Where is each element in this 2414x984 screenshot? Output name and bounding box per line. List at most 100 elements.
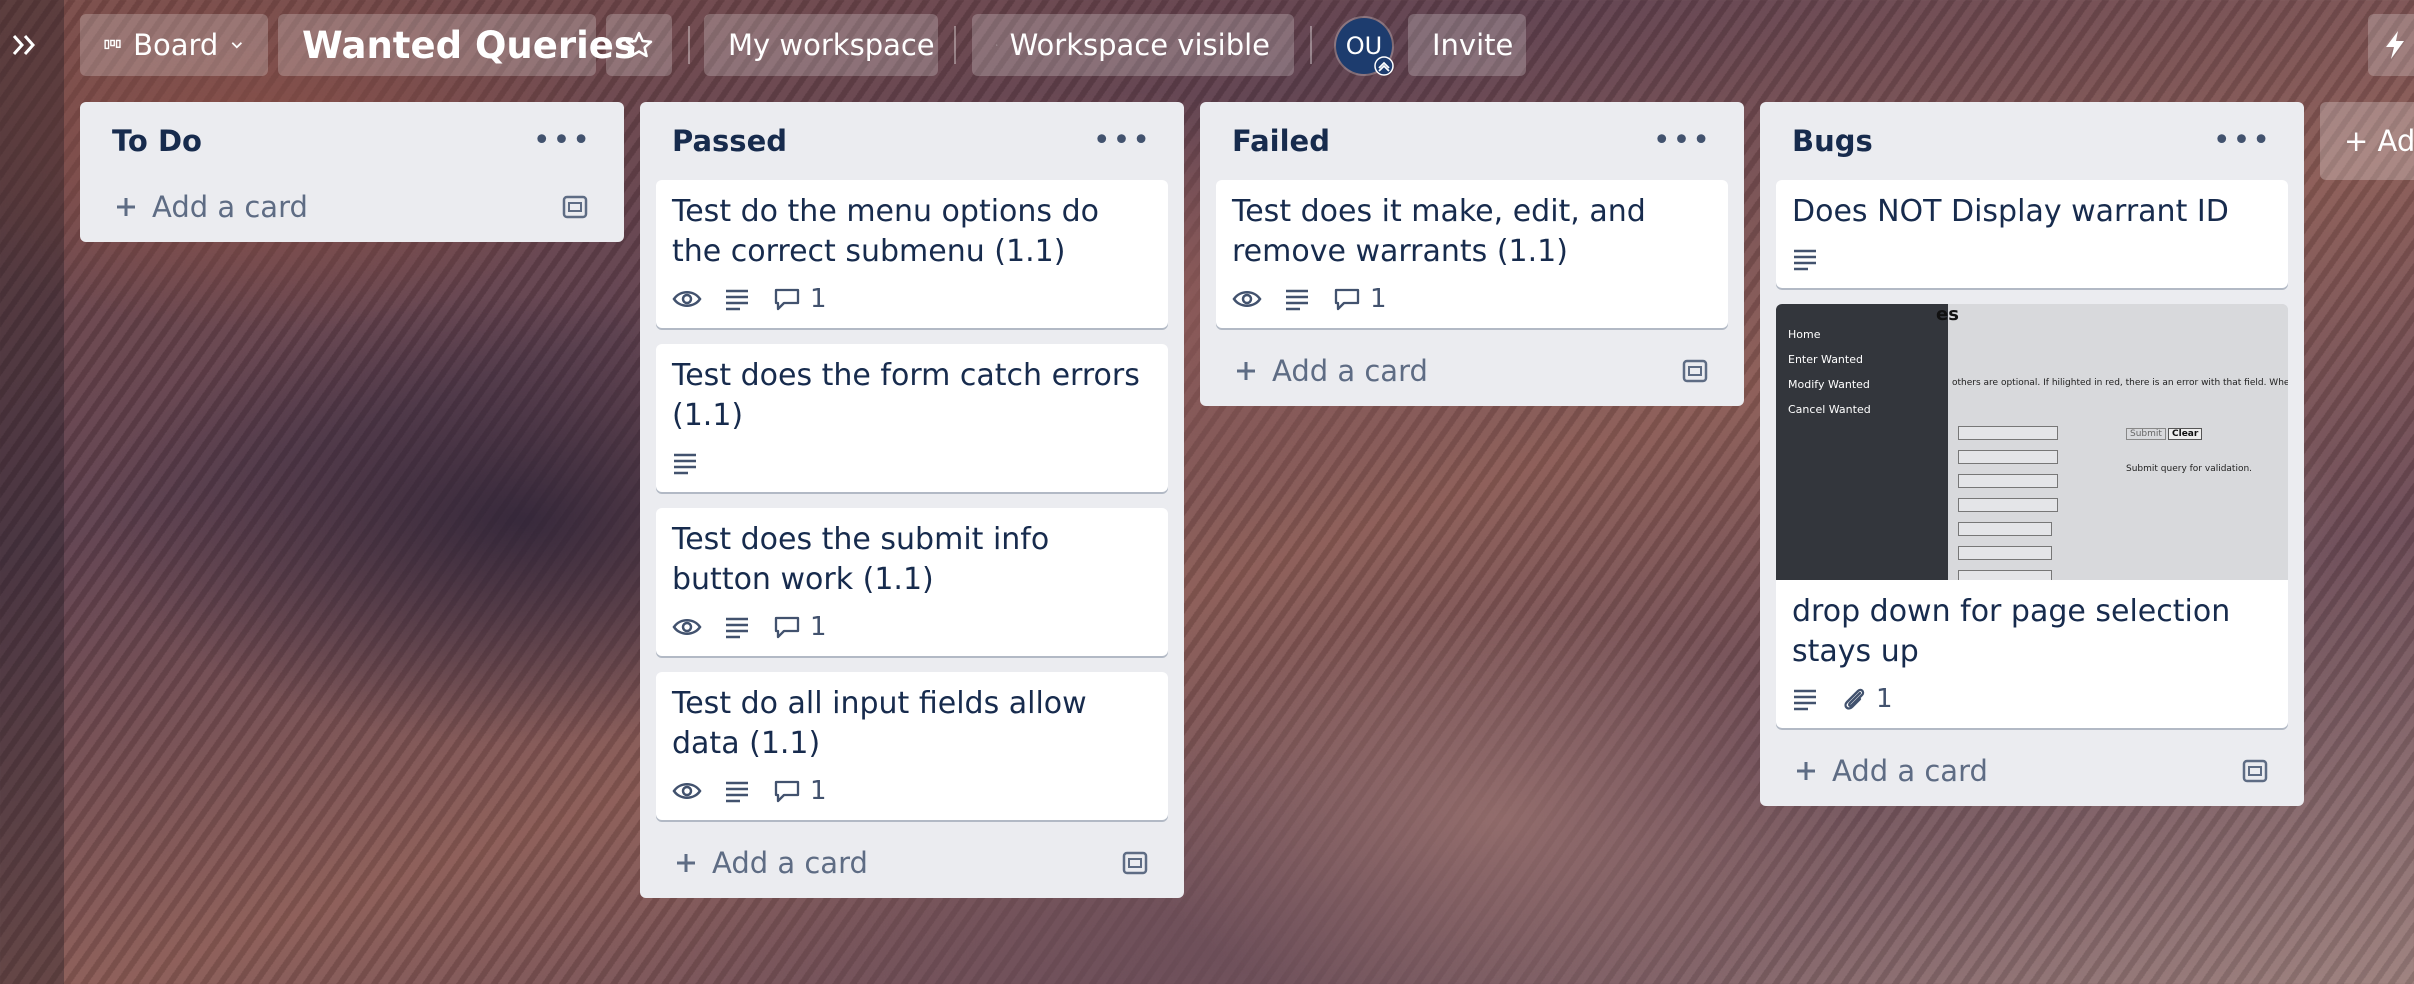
workspace-label: My workspace [728, 28, 935, 62]
star-board-button[interactable] [606, 14, 672, 76]
comment-icon [774, 288, 800, 311]
visibility-label: Workspace visible [1009, 28, 1270, 62]
description-icon [1794, 249, 1816, 271]
card[interactable]: Test does the form catch errors (1.1) [656, 344, 1168, 492]
paperclip-icon [1844, 688, 1865, 710]
list-to-do: To Do ••• Add a card [80, 102, 624, 242]
avatar[interactable]: OU [1336, 18, 1394, 76]
add-card-label: Add a card [1272, 354, 1428, 388]
cover-menu-item: Home [1788, 328, 1821, 341]
card[interactable]: Does NOT Display warrant ID [1776, 180, 2288, 288]
list-title[interactable]: Failed [1232, 124, 1330, 158]
board-view-switcher[interactable]: Board [80, 14, 268, 76]
comment-count: 1 [810, 776, 827, 806]
list-header: Passed ••• [656, 102, 1168, 180]
card[interactable]: Test does the submit info button work (1… [656, 508, 1168, 656]
star-icon [625, 31, 653, 58]
add-card-button[interactable]: Add a card [114, 190, 308, 224]
card[interactable]: Test do the menu options do the correct … [656, 180, 1168, 328]
add-card-row: Add a card [1216, 336, 1728, 406]
description-icon [1794, 689, 1816, 711]
cover-field [1958, 474, 2058, 488]
cover-menu-item: Enter Wanted [1788, 353, 1863, 366]
list-title[interactable]: Bugs [1792, 124, 1873, 158]
invite-button[interactable]: Invite [1408, 14, 1526, 76]
template-icon[interactable] [1120, 849, 1150, 877]
card-title: Test does the form catch errors (1.1) [672, 358, 1140, 433]
cover-hint: Submit query for validation. [2126, 464, 2253, 474]
add-card-button[interactable]: Add a card [1234, 354, 1428, 388]
cover-notice: others are optional. If hilighted in red… [1952, 378, 2288, 388]
plus-icon [117, 198, 135, 216]
template-icon[interactable] [1680, 357, 1710, 385]
plus-icon [1237, 362, 1255, 380]
comment-badge: 1 [772, 284, 827, 314]
add-card-row: Add a card [656, 828, 1168, 898]
add-card-button[interactable]: Add a card [674, 846, 868, 880]
board-view-label: Board [133, 28, 219, 62]
card-with-cover[interactable]: Home Enter Wanted Modify Wanted Cancel W… [1776, 304, 2288, 728]
add-card-row: Add a card [96, 172, 608, 242]
cover-form: es others are optional. If hilighted in … [1936, 304, 2288, 580]
list-failed: Failed ••• Test does it make, edit, and … [1200, 102, 1744, 406]
visibility-button[interactable]: Workspace visible [972, 14, 1294, 76]
card-badges [672, 446, 1152, 480]
lightning-icon [2386, 31, 2404, 59]
description-icon [726, 781, 748, 803]
description-icon [674, 453, 696, 475]
more-icon[interactable]: ••• [2213, 126, 2272, 156]
description-icon [726, 617, 748, 639]
eye-icon [672, 619, 702, 635]
add-card-label: Add a card [1832, 754, 1988, 788]
header-divider [1310, 26, 1312, 64]
plus-icon [1797, 762, 1815, 780]
add-card-row: Add a card [1776, 736, 2288, 806]
cover-submit: Submit [2126, 428, 2166, 440]
comment-count: 1 [1370, 284, 1387, 314]
card-badges: 1 [1232, 282, 1712, 316]
template-icon[interactable] [2240, 757, 2270, 785]
add-list-button[interactable]: + Ad [2320, 102, 2414, 180]
card[interactable]: Test do all input fields allow data (1.1… [656, 672, 1168, 820]
power-ups-button[interactable] [2368, 14, 2414, 76]
list-passed: Passed ••• Test do the menu options do t… [640, 102, 1184, 898]
header-divider [688, 26, 690, 64]
template-icon[interactable] [560, 193, 590, 221]
card-badges: 1 [672, 610, 1152, 644]
eye-icon [672, 783, 702, 799]
more-icon[interactable]: ••• [1653, 126, 1712, 156]
cover-heading: es [1936, 304, 1959, 325]
cover-field [1958, 450, 2058, 464]
comment-icon [1334, 288, 1360, 311]
cover-menu-item: Modify Wanted [1788, 378, 1870, 391]
list-title[interactable]: Passed [672, 124, 787, 158]
more-icon[interactable]: ••• [533, 126, 592, 156]
workspace-button[interactable]: My workspace [704, 14, 938, 76]
double-chevron-right-icon [12, 35, 36, 55]
board-icon [104, 39, 121, 50]
attachment-count: 1 [1876, 684, 1893, 714]
comment-badge: 1 [772, 776, 827, 806]
cover-clear: Clear [2168, 428, 2203, 440]
cover-field [1958, 546, 2052, 560]
cover-field [1958, 498, 2058, 512]
board-title[interactable]: Wanted Queries [278, 14, 636, 76]
add-card-label: Add a card [712, 846, 868, 880]
card-badges: 1 [672, 774, 1152, 808]
card-title: Does NOT Display warrant ID [1792, 194, 2229, 229]
chevron-down-icon [232, 42, 243, 49]
card-title: drop down for page selection stays up [1792, 594, 2231, 669]
more-icon[interactable]: ••• [1093, 126, 1152, 156]
card[interactable]: Test does it make, edit, and remove warr… [1216, 180, 1728, 328]
eye-icon [672, 291, 702, 307]
card-title: Test does the submit info button work (1… [672, 522, 1050, 597]
list-header: Bugs ••• [1776, 102, 2288, 180]
list-title[interactable]: To Do [112, 124, 202, 158]
eye-icon [1232, 291, 1262, 307]
plus-icon [677, 854, 695, 872]
add-card-button[interactable]: Add a card [1794, 754, 1988, 788]
header-divider [954, 26, 956, 64]
list-header: To Do ••• [96, 102, 608, 180]
expand-sidebar-button[interactable] [8, 28, 42, 62]
people-icon [996, 44, 998, 46]
